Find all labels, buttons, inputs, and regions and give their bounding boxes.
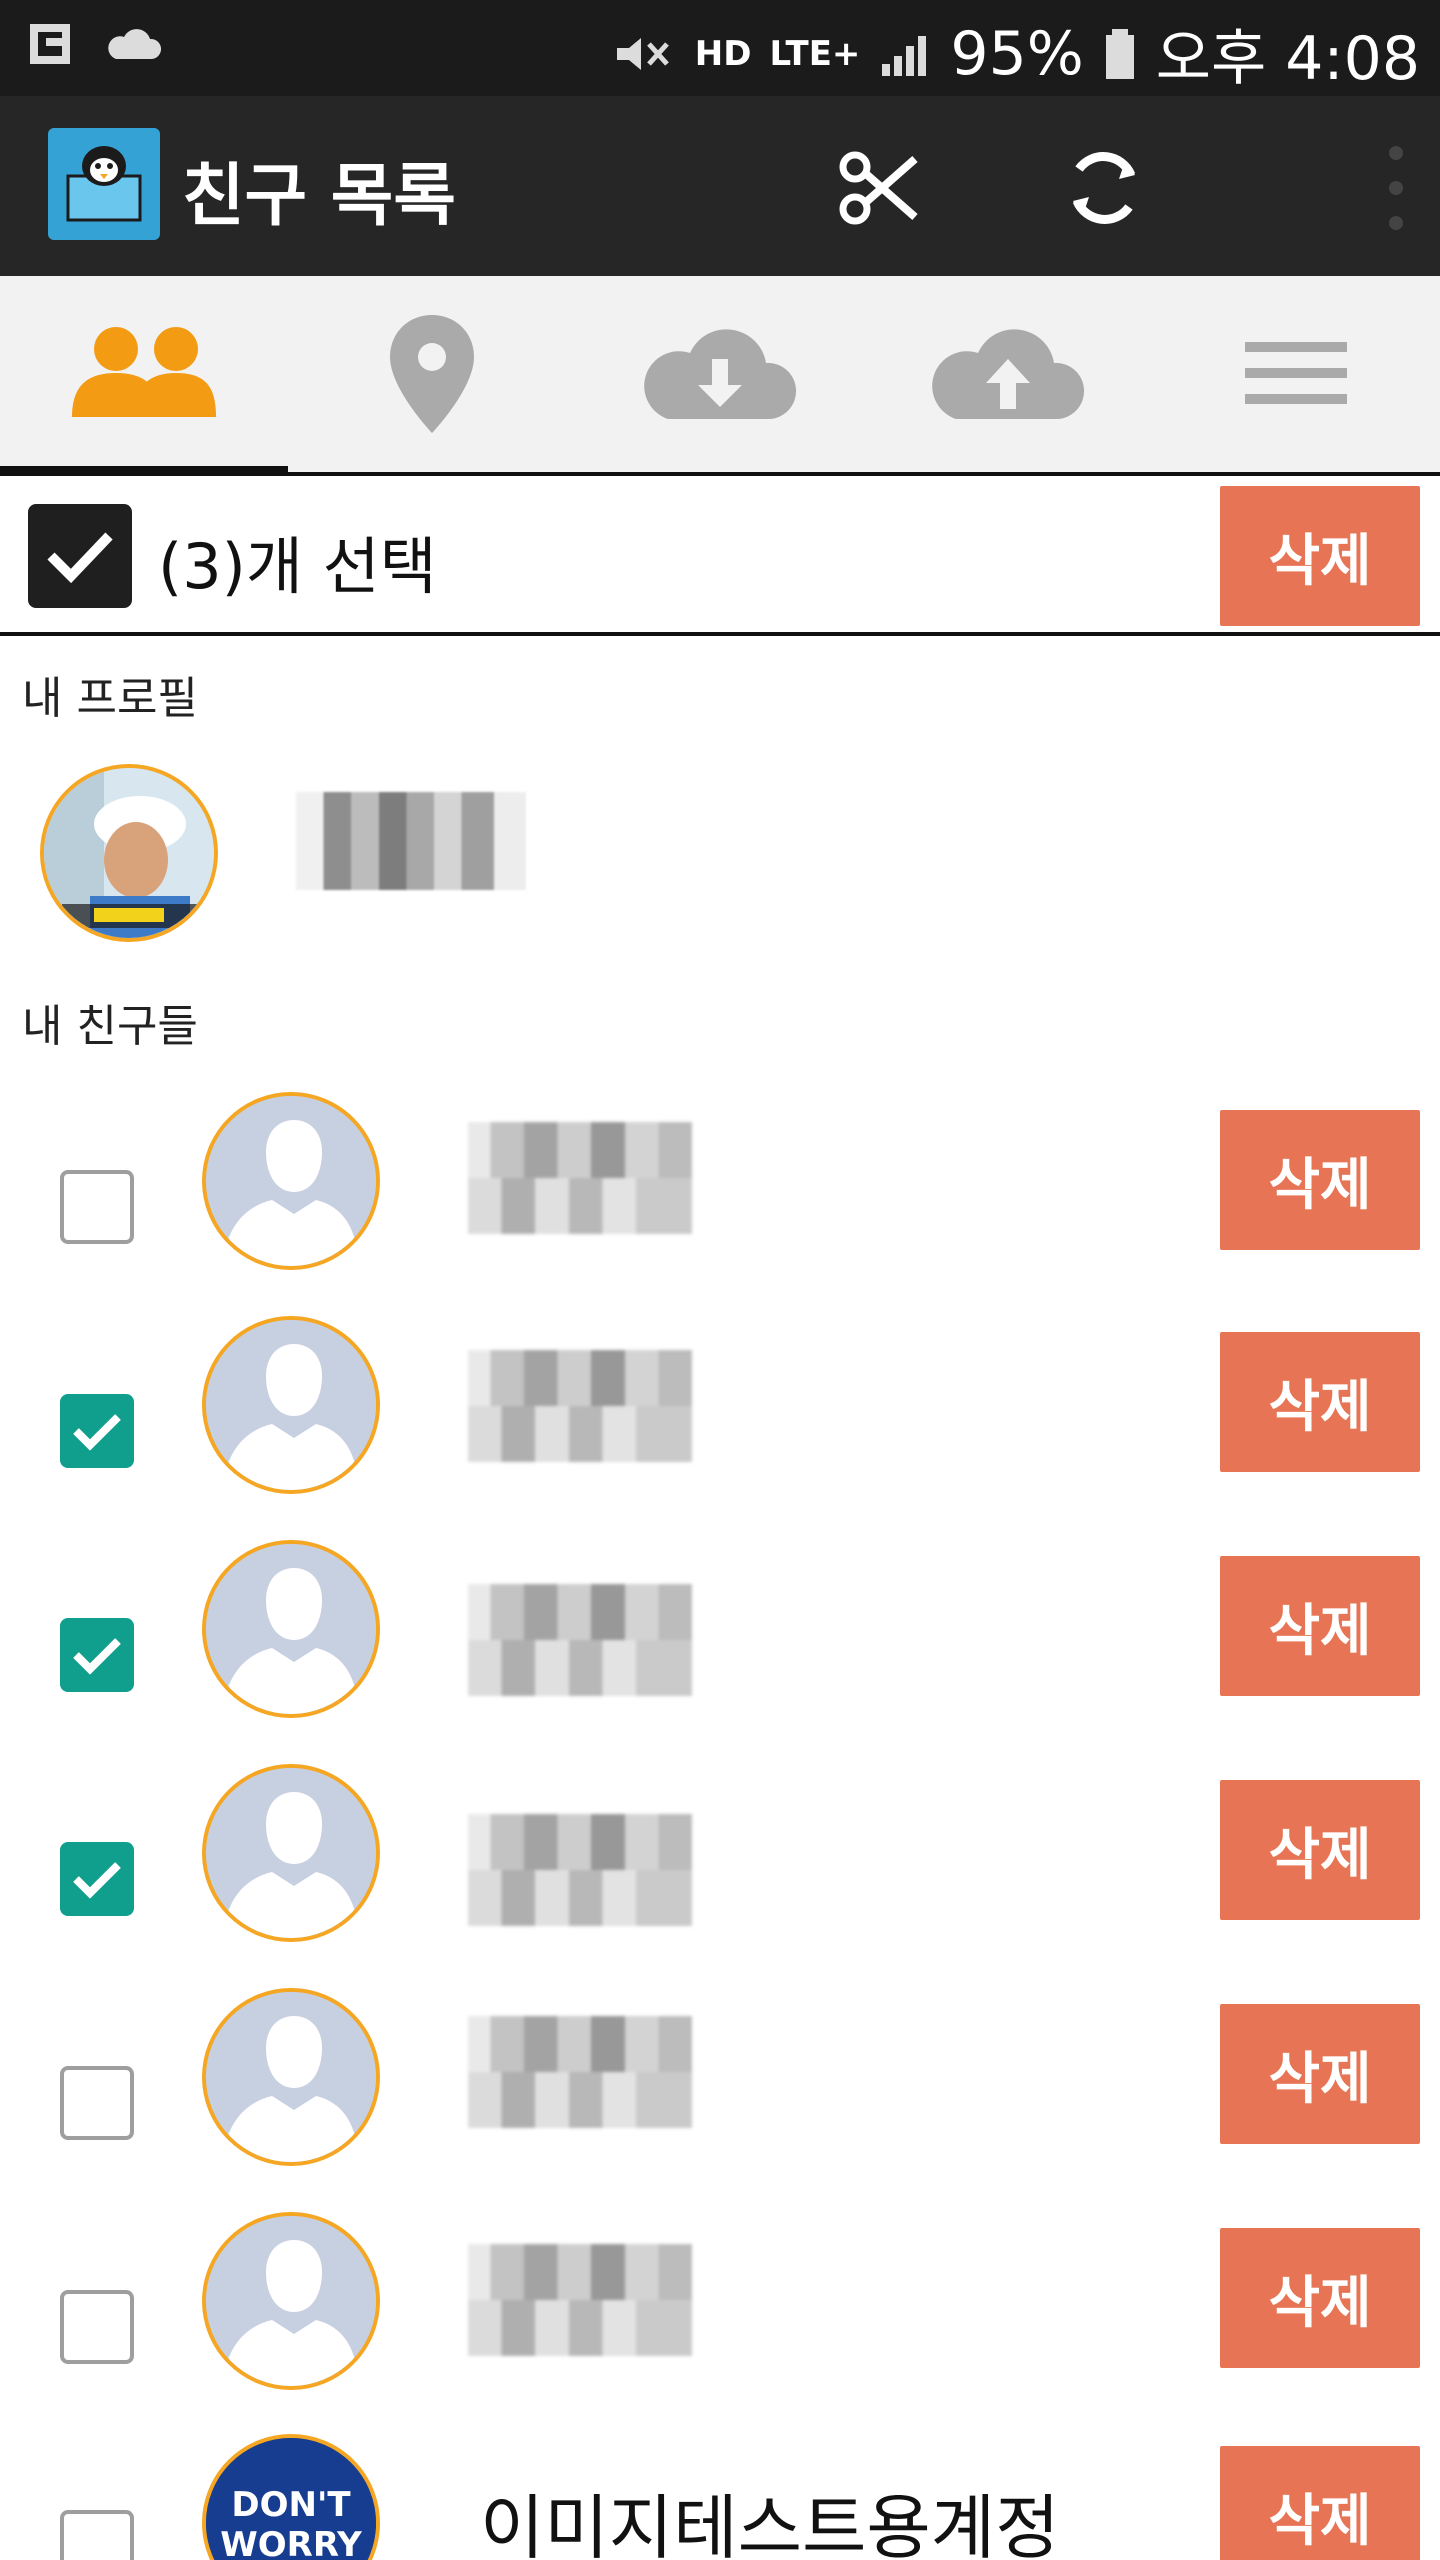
selection-bar-divider bbox=[0, 632, 1440, 636]
friend-name-redacted bbox=[468, 1350, 692, 1462]
friend-delete-button[interactable]: 삭제 bbox=[1220, 1556, 1420, 1696]
cloud-icon bbox=[108, 29, 162, 59]
app-logo bbox=[48, 128, 160, 240]
friend-avatar[interactable] bbox=[202, 1092, 380, 1270]
profile-section-label: 내 프로필 bbox=[22, 673, 198, 724]
my-profile-avatar[interactable] bbox=[40, 764, 218, 942]
tab-download[interactable] bbox=[576, 276, 864, 472]
refresh-icon bbox=[1072, 152, 1136, 224]
page-title: 친구 목록 bbox=[182, 157, 456, 236]
tab-bar bbox=[0, 276, 1440, 472]
sync-button[interactable] bbox=[1060, 144, 1148, 232]
friend-row: 삭제 bbox=[0, 1066, 1440, 1290]
default-avatar-icon bbox=[206, 1320, 376, 1490]
checkmark-icon bbox=[73, 1638, 121, 1675]
selection-bar: (3)개 선택 삭제 bbox=[0, 476, 1440, 636]
status-left bbox=[24, 18, 164, 72]
default-avatar-icon bbox=[206, 1544, 376, 1714]
friend-name-redacted bbox=[468, 2016, 692, 2128]
status-bar: HD LTE+ 95% 오후 4:08 bbox=[0, 0, 1440, 96]
network-type: LTE+ bbox=[769, 33, 861, 74]
friend-delete-button[interactable]: 삭제 bbox=[1220, 1332, 1420, 1472]
delete-selected-button[interactable]: 삭제 bbox=[1220, 486, 1420, 626]
selection-count: (3)개 선택 bbox=[158, 530, 437, 603]
default-avatar-icon bbox=[206, 1096, 376, 1266]
friend-row: 삭제 bbox=[0, 1738, 1440, 1962]
overflow-dot bbox=[1389, 216, 1403, 230]
cloud-upload-icon bbox=[932, 329, 1085, 419]
checkmark-icon bbox=[47, 532, 113, 584]
friend-delete-button[interactable]: 삭제 bbox=[1220, 2228, 1420, 2368]
select-all-checkbox[interactable] bbox=[28, 504, 132, 608]
signal-icon bbox=[882, 35, 927, 76]
profile-photo bbox=[44, 768, 214, 938]
friend-row: DON'T WORRY 이미지테스트용계정 삭제 bbox=[0, 2410, 1440, 2560]
tab-menu[interactable] bbox=[1152, 276, 1440, 472]
tab-upload[interactable] bbox=[864, 276, 1152, 472]
friend-avatar[interactable] bbox=[202, 1540, 380, 1718]
checkmark-icon bbox=[73, 1862, 121, 1899]
default-avatar-icon bbox=[206, 1992, 376, 2162]
friends-icon bbox=[72, 327, 216, 417]
overflow-menu-button[interactable] bbox=[1376, 146, 1416, 230]
friend-avatar[interactable]: DON'T WORRY bbox=[202, 2434, 380, 2560]
friend-delete-button[interactable]: 삭제 bbox=[1220, 2446, 1420, 2560]
avatar-text-line2: WORRY bbox=[220, 2525, 362, 2560]
friend-delete-button[interactable]: 삭제 bbox=[1220, 2004, 1420, 2144]
location-pin-icon bbox=[390, 315, 474, 433]
status-right: HD LTE+ 95% 오후 4:08 bbox=[611, 10, 1420, 97]
friends-section-label: 내 친구들 bbox=[22, 1001, 198, 1052]
tab-friends[interactable] bbox=[0, 276, 288, 472]
clock: 오후 4:08 bbox=[1155, 24, 1420, 94]
friend-row: 삭제 bbox=[0, 1290, 1440, 1514]
mute-icon bbox=[616, 37, 669, 70]
checkmark-icon bbox=[73, 1414, 121, 1451]
app-notification-icon bbox=[30, 24, 70, 64]
my-profile-name-redacted bbox=[296, 792, 526, 890]
cut-button[interactable] bbox=[836, 144, 924, 232]
friend-delete-button[interactable]: 삭제 bbox=[1220, 1110, 1420, 1250]
friend-avatar[interactable] bbox=[202, 2212, 380, 2390]
friend-checkbox[interactable] bbox=[60, 2510, 134, 2560]
avatar-text-line1: DON'T bbox=[231, 2485, 351, 2525]
friend-avatar[interactable] bbox=[202, 1988, 380, 2166]
friend-checkbox[interactable] bbox=[60, 1170, 134, 1244]
friend-checkbox[interactable] bbox=[60, 1842, 134, 1916]
hd-indicator: HD bbox=[694, 33, 752, 74]
overflow-dot bbox=[1389, 181, 1403, 195]
friend-name: 이미지테스트용계정 bbox=[480, 2487, 1060, 2560]
friend-checkbox[interactable] bbox=[60, 2290, 134, 2364]
friend-name-redacted bbox=[468, 1814, 692, 1926]
dont-worry-avatar: DON'T WORRY bbox=[206, 2438, 376, 2560]
friend-row: 삭제 bbox=[0, 1962, 1440, 2186]
battery-percent: 95% bbox=[950, 18, 1084, 89]
tab-location[interactable] bbox=[288, 276, 576, 472]
friend-delete-button[interactable]: 삭제 bbox=[1220, 1780, 1420, 1920]
friend-checkbox[interactable] bbox=[60, 1394, 134, 1468]
friend-row: 삭제 bbox=[0, 2186, 1440, 2410]
friend-row: 삭제 bbox=[0, 1514, 1440, 1738]
friend-avatar[interactable] bbox=[202, 1316, 380, 1494]
default-avatar-icon bbox=[206, 1768, 376, 1938]
friend-name-redacted bbox=[468, 1584, 692, 1696]
friend-name-redacted bbox=[468, 1122, 692, 1234]
scissors-icon bbox=[839, 151, 918, 225]
penguin-box-icon bbox=[66, 146, 142, 222]
friend-name-redacted bbox=[468, 2244, 692, 2356]
friend-checkbox[interactable] bbox=[60, 2066, 134, 2140]
battery-icon bbox=[1105, 28, 1134, 79]
menu-icon bbox=[1245, 342, 1347, 404]
overflow-dot bbox=[1389, 146, 1403, 160]
cloud-download-icon bbox=[644, 329, 797, 419]
friend-avatar[interactable] bbox=[202, 1764, 380, 1942]
default-avatar-icon bbox=[206, 2216, 376, 2386]
friend-checkbox[interactable] bbox=[60, 1618, 134, 1692]
app-bar: 친구 목록 bbox=[0, 96, 1440, 276]
